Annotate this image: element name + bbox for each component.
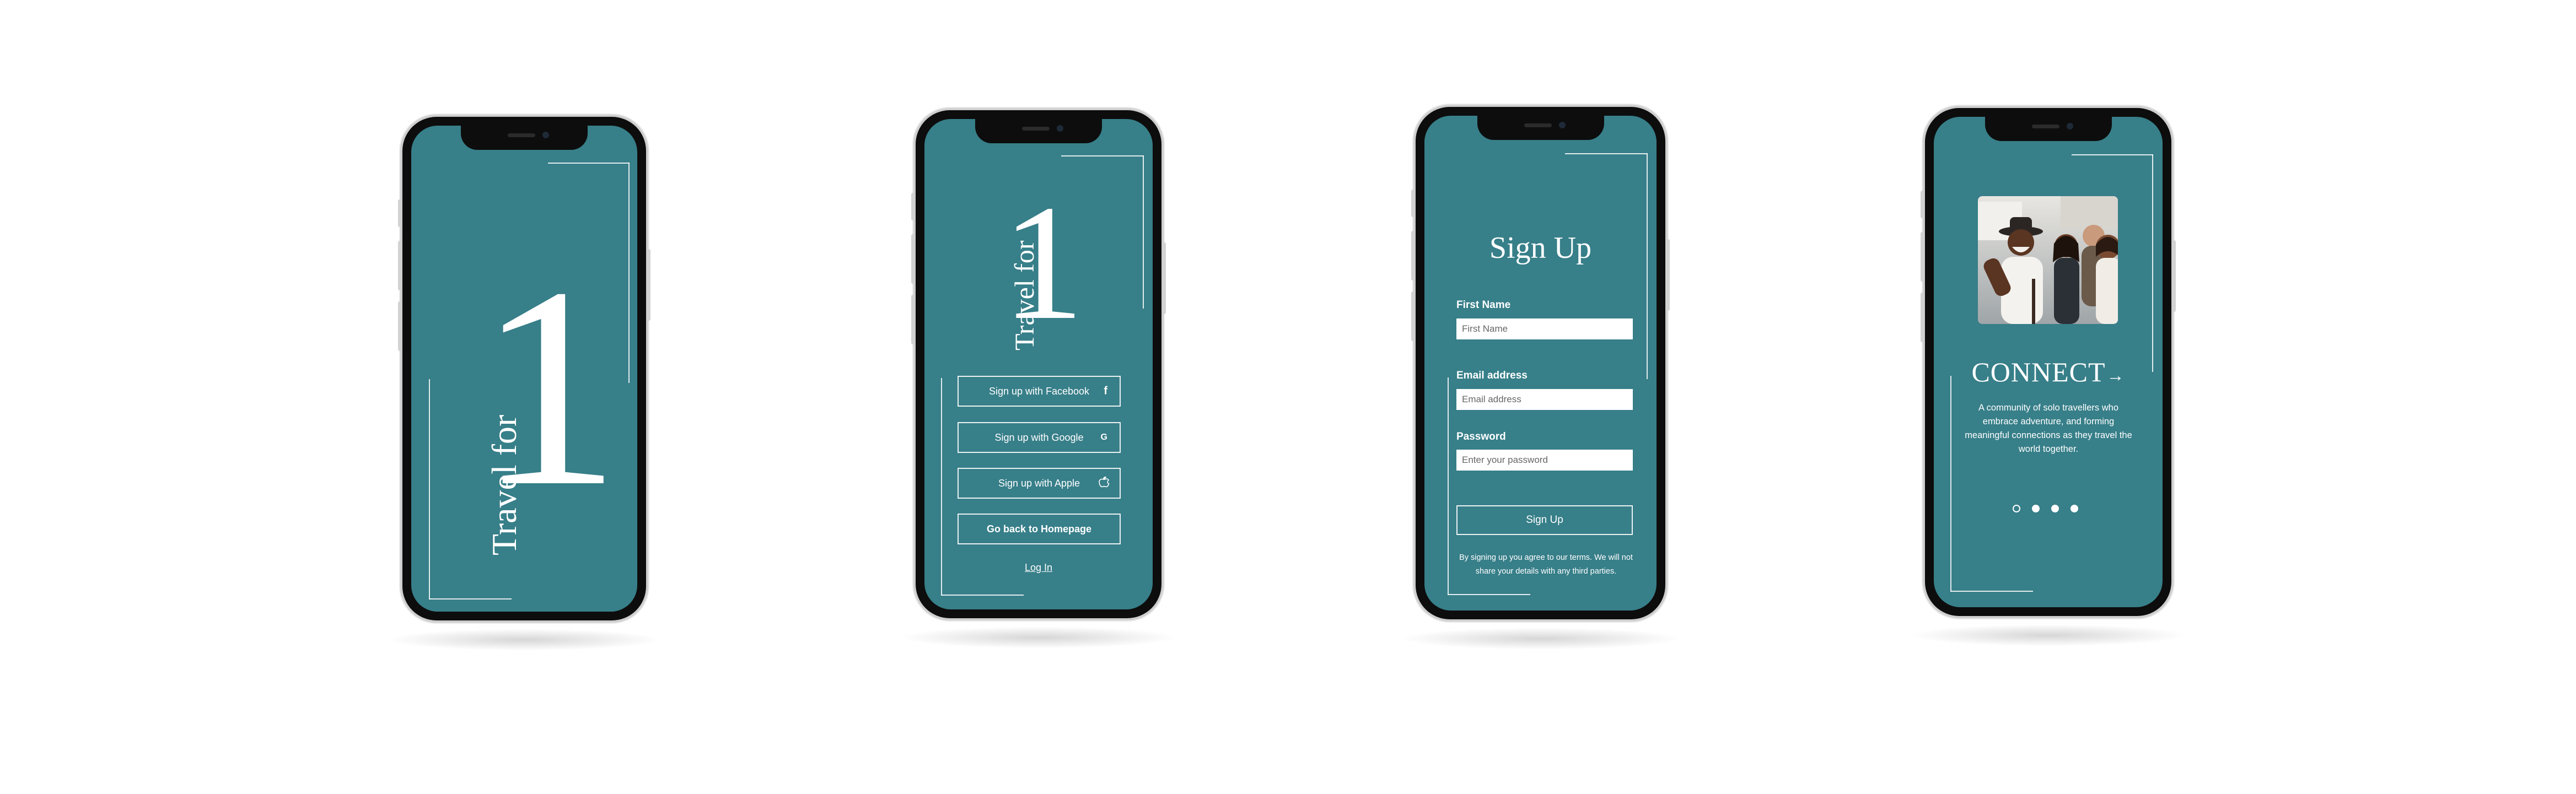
frame-line bbox=[429, 598, 512, 599]
logo-wordmark: Travel for bbox=[485, 414, 524, 555]
frame-line bbox=[1647, 153, 1648, 379]
travellers-photo bbox=[1978, 196, 2118, 324]
signup-form-screen: Sign Up First Name Email address Passwor… bbox=[1424, 116, 1657, 611]
frame-line bbox=[628, 163, 630, 383]
homepage-button[interactable]: Go back to Homepage bbox=[958, 514, 1121, 544]
apple-signup-button[interactable]: Sign up with Apple bbox=[958, 468, 1121, 499]
frame-line bbox=[1950, 591, 2033, 592]
page-title: Sign Up bbox=[1489, 231, 1592, 265]
frame-line bbox=[1950, 376, 1951, 592]
connect-heading: CONNECT→ bbox=[1934, 356, 2163, 388]
signup-options-screen: 1 Travel for Sign up with Facebook f Sig… bbox=[924, 119, 1153, 609]
homepage-label: Go back to Homepage bbox=[986, 523, 1092, 534]
email-label: Email address bbox=[1456, 370, 1528, 381]
facebook-signup-label: Sign up with Facebook bbox=[988, 385, 1090, 397]
frame-line bbox=[1448, 594, 1530, 595]
phone-signup-form: Sign Up First Name Email address Passwor… bbox=[1399, 107, 1682, 650]
frame-line bbox=[1143, 155, 1144, 309]
pagination-dot-2[interactable] bbox=[2032, 505, 2040, 512]
connect-heading-text: CONNECT bbox=[1971, 357, 2106, 387]
signup-submit-button[interactable]: Sign Up bbox=[1456, 505, 1633, 535]
password-field[interactable] bbox=[1456, 450, 1633, 471]
notch bbox=[1477, 116, 1604, 140]
frame-line bbox=[2152, 154, 2153, 372]
login-link[interactable]: Log In bbox=[924, 562, 1153, 574]
terms-text: By signing up you agree to our terms. We… bbox=[1459, 553, 1633, 576]
logo-wordmark: Travel for bbox=[1009, 240, 1040, 350]
frame-line bbox=[941, 595, 1024, 596]
pagination-dot-4[interactable] bbox=[2071, 505, 2078, 512]
frame-line bbox=[1565, 153, 1648, 154]
password-label: Password bbox=[1456, 431, 1506, 442]
first-name-label: First Name bbox=[1456, 299, 1511, 311]
google-signup-button[interactable]: Sign up with Google G bbox=[958, 422, 1121, 453]
phone-splash: 1 Travel for bbox=[386, 117, 663, 651]
pagination-dot-3[interactable] bbox=[2051, 505, 2059, 512]
arrow-right-icon[interactable]: → bbox=[2107, 365, 2125, 385]
pagination-dot-1[interactable] bbox=[2013, 505, 2020, 512]
phone-onboarding-connect: CONNECT→ A community of solo travellers … bbox=[1908, 108, 2188, 646]
frame-line bbox=[1448, 377, 1449, 595]
notch bbox=[975, 119, 1102, 143]
phone-signup-options: 1 Travel for Sign up with Facebook f Sig… bbox=[899, 110, 1178, 649]
notch bbox=[1985, 117, 2112, 141]
frame-line bbox=[429, 379, 430, 599]
splash-screen: 1 Travel for bbox=[411, 126, 637, 612]
facebook-signup-button[interactable]: Sign up with Facebook f bbox=[958, 376, 1121, 407]
onboarding-screen: CONNECT→ A community of solo travellers … bbox=[1934, 117, 2163, 607]
google-signup-label: Sign up with Google bbox=[994, 431, 1084, 443]
frame-line bbox=[548, 163, 630, 164]
apple-signup-label: Sign up with Apple bbox=[998, 477, 1080, 489]
facebook-icon: f bbox=[1104, 385, 1107, 397]
frame-line bbox=[2072, 154, 2153, 155]
frame-line bbox=[1061, 155, 1144, 156]
google-icon: G bbox=[1100, 433, 1107, 442]
email-field[interactable] bbox=[1456, 389, 1633, 410]
notch bbox=[461, 126, 588, 150]
signup-submit-label: Sign Up bbox=[1526, 514, 1563, 526]
connect-description: A community of solo travellers who embra… bbox=[1965, 403, 2132, 454]
apple-icon bbox=[1099, 476, 1110, 491]
first-name-field[interactable] bbox=[1456, 318, 1633, 339]
